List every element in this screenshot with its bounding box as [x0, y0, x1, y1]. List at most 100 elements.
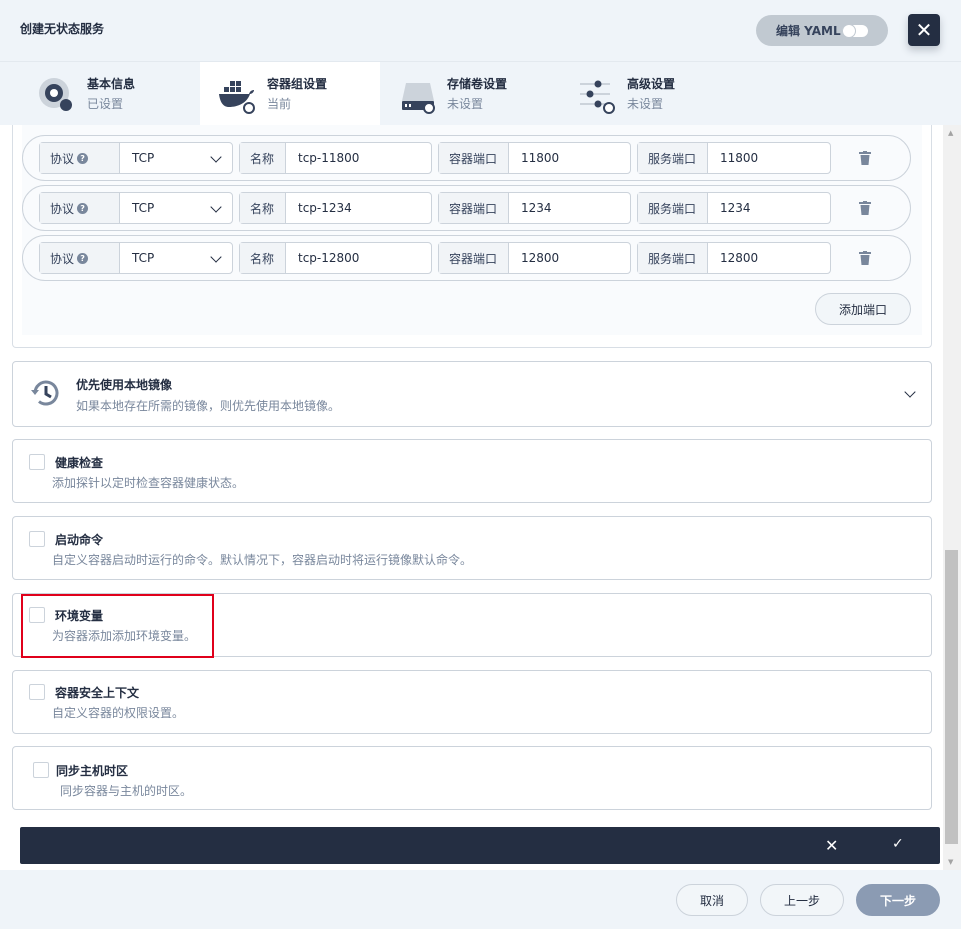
- service-port-field[interactable]: 服务端口 1234: [637, 192, 831, 224]
- protocol-value: TCP: [132, 151, 155, 165]
- container-port-label: 容器端口: [439, 143, 509, 173]
- container-port-value: 11800: [521, 151, 560, 165]
- help-icon[interactable]: ?: [77, 202, 89, 214]
- container-port-field[interactable]: 容器端口 1234: [438, 192, 631, 224]
- local-image-card[interactable]: 优先使用本地镜像 如果本地存在所需的镜像，则优先使用本地镜像。: [12, 361, 932, 427]
- tab-container-settings[interactable]: 容器组设置 当前: [200, 62, 380, 125]
- step-status: 已设置: [87, 97, 124, 111]
- step-name: 容器组设置: [267, 77, 328, 91]
- protocol-value: TCP: [132, 251, 155, 265]
- scroll-up-icon[interactable]: ▲: [948, 129, 953, 137]
- option-title: 环境变量: [55, 609, 104, 623]
- help-icon[interactable]: ?: [77, 252, 89, 264]
- disc-icon: [39, 78, 72, 111]
- protocol-label: 协议?: [40, 193, 120, 223]
- modal-title: 创建无状态服务: [20, 22, 105, 36]
- step-name: 高级设置: [627, 77, 676, 91]
- service-port-field[interactable]: 服务端口 11800: [637, 142, 831, 174]
- scrollbar[interactable]: ▲ ▼: [943, 125, 961, 870]
- modal-header: 创建无状态服务 编辑 YAML ✕: [0, 0, 961, 62]
- docker-icon: [219, 81, 255, 114]
- protocol-select[interactable]: 协议? TCP: [39, 142, 233, 174]
- health-check-checkbox[interactable]: [29, 454, 45, 470]
- option-title: 同步主机时区: [56, 764, 129, 778]
- chevron-down-icon: [210, 151, 222, 163]
- previous-button[interactable]: 上一步: [760, 884, 844, 916]
- step-status: 当前: [267, 97, 292, 111]
- port-name-field[interactable]: 名称 tcp-11800: [239, 142, 432, 174]
- local-image-title: 优先使用本地镜像: [76, 378, 173, 392]
- option-description: 自定义容器启动时运行的命令。默认情况下，容器启动时将运行镜像默认命令。: [52, 553, 473, 567]
- tab-advanced-settings[interactable]: 高级设置 未设置: [560, 62, 740, 125]
- container-port-label: 容器端口: [439, 193, 509, 223]
- name-label: 名称: [240, 193, 286, 223]
- service-port-field[interactable]: 服务端口 12800: [637, 242, 831, 274]
- start-command-checkbox[interactable]: [29, 531, 45, 547]
- step-tabs: 基本信息 已设置 容器组设置 当前 存储卷设置 未设置 高级设置 未设置: [0, 62, 961, 125]
- history-icon: [31, 380, 59, 406]
- step-name: 基本信息: [87, 77, 136, 91]
- container-port-value: 12800: [521, 251, 560, 265]
- trash-icon[interactable]: [859, 251, 871, 265]
- trash-icon[interactable]: [859, 201, 871, 215]
- step-name: 存储卷设置: [447, 77, 508, 91]
- container-port-value: 1234: [521, 201, 552, 215]
- protocol-select[interactable]: 协议? TCP: [39, 192, 233, 224]
- tab-basic-info[interactable]: 基本信息 已设置: [0, 62, 180, 125]
- name-label: 名称: [240, 143, 286, 173]
- step-status: 未设置: [627, 97, 664, 111]
- service-port-value: 12800: [720, 251, 759, 265]
- scrollbar-thumb[interactable]: [945, 550, 958, 844]
- sync-timezone-checkbox[interactable]: [33, 762, 49, 778]
- form-content: 协议? TCP 名称 tcp-11800 容器端口 11800 服务端口 118…: [0, 125, 943, 870]
- chevron-down-icon[interactable]: [904, 386, 916, 398]
- chevron-down-icon: [210, 251, 222, 263]
- protocol-label: 协议?: [40, 143, 120, 173]
- help-icon[interactable]: ?: [77, 152, 89, 164]
- port-row: 协议? TCP 名称 tcp-11800 容器端口 11800 服务端口 118…: [22, 135, 911, 181]
- port-name-field[interactable]: 名称 tcp-12800: [239, 242, 432, 274]
- next-button[interactable]: 下一步: [856, 884, 940, 916]
- health-check-card: 健康检查 添加探针以定时检查容器健康状态。: [12, 439, 932, 503]
- service-port-label: 服务端口: [638, 143, 708, 173]
- port-row: 协议? TCP 名称 tcp-1234 容器端口 1234 服务端口 1234: [22, 185, 911, 231]
- add-port-button[interactable]: 添加端口: [815, 293, 911, 325]
- local-image-description: 如果本地存在所需的镜像，则优先使用本地镜像。: [76, 399, 341, 413]
- port-name-value: tcp-12800: [298, 251, 360, 265]
- option-title: 健康检查: [55, 456, 104, 470]
- option-description: 为容器添加添加环境变量。: [52, 629, 197, 643]
- modal-footer: 取消 上一步 下一步: [0, 870, 961, 929]
- cancel-button[interactable]: 取消: [676, 884, 748, 916]
- option-description: 同步容器与主机的时区。: [60, 784, 193, 798]
- service-port-label: 服务端口: [638, 243, 708, 273]
- option-title: 容器安全上下文: [55, 686, 140, 700]
- env-vars-checkbox[interactable]: [29, 607, 45, 623]
- service-port-label: 服务端口: [638, 193, 708, 223]
- sliders-icon: [580, 80, 615, 114]
- cancel-icon[interactable]: ✕: [825, 836, 838, 855]
- edit-yaml-label: 编辑 YAML: [776, 24, 841, 38]
- option-title: 启动命令: [55, 533, 104, 547]
- chevron-down-icon: [210, 201, 222, 213]
- container-port-field[interactable]: 容器端口 11800: [438, 142, 631, 174]
- scroll-down-icon[interactable]: ▼: [948, 858, 953, 866]
- protocol-select[interactable]: 协议? TCP: [39, 242, 233, 274]
- close-button[interactable]: ✕: [908, 14, 940, 46]
- toggle-switch-icon: [842, 25, 868, 37]
- container-action-bar: ✕ ✓: [20, 827, 940, 864]
- tab-storage-settings[interactable]: 存储卷设置 未设置: [380, 62, 560, 125]
- step-status: 未设置: [447, 97, 484, 111]
- start-command-card: 启动命令 自定义容器启动时运行的命令。默认情况下，容器启动时将运行镜像默认命令。: [12, 516, 932, 580]
- confirm-icon[interactable]: ✓: [892, 836, 904, 852]
- service-port-value: 1234: [720, 201, 751, 215]
- edit-yaml-toggle[interactable]: 编辑 YAML: [756, 15, 888, 46]
- security-context-checkbox[interactable]: [29, 684, 45, 700]
- trash-icon[interactable]: [859, 151, 871, 165]
- container-port-field[interactable]: 容器端口 12800: [438, 242, 631, 274]
- security-context-card: 容器安全上下文 自定义容器的权限设置。: [12, 670, 932, 734]
- port-name-value: tcp-11800: [298, 151, 360, 165]
- port-name-value: tcp-1234: [298, 201, 352, 215]
- port-name-field[interactable]: 名称 tcp-1234: [239, 192, 432, 224]
- service-port-value: 11800: [720, 151, 759, 165]
- close-icon: ✕: [915, 18, 933, 42]
